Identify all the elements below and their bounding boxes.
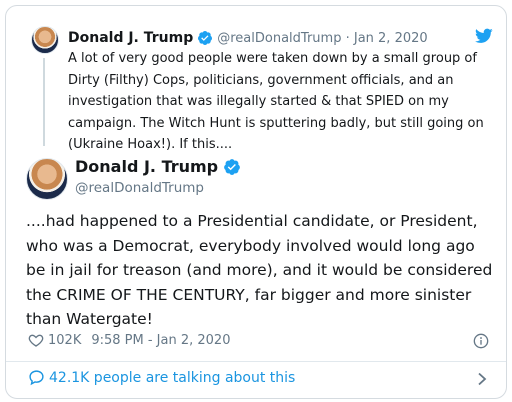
parent-avatar[interactable] xyxy=(31,26,59,54)
tweet-timestamp[interactable]: 9:58 PM - Jan 2, 2020 xyxy=(91,333,230,348)
main-author-name[interactable]: Donald J. Trump xyxy=(75,157,218,176)
main-avatar[interactable] xyxy=(26,158,68,200)
main-author-name-row[interactable]: Donald J. Trump xyxy=(75,157,241,176)
parent-tweet-header: Donald J. Trump @realDonaldTrump · Jan 2… xyxy=(68,28,428,48)
like-count[interactable]: 102K xyxy=(48,333,81,348)
embedded-tweet-card: Donald J. Trump @realDonaldTrump · Jan 2… xyxy=(5,5,507,399)
footer-divider xyxy=(6,361,506,362)
verified-badge-icon xyxy=(198,31,213,45)
main-author-handle[interactable]: @realDonaldTrump xyxy=(75,180,204,196)
comment-bubble-icon xyxy=(29,370,44,386)
parent-author-handle[interactable]: @realDonaldTrump xyxy=(217,31,341,46)
parent-author-name[interactable]: Donald J. Trump xyxy=(68,30,193,46)
parent-tweet-text: A lot of very good people were taken dow… xyxy=(68,51,484,152)
thread-connector-line xyxy=(43,58,45,146)
talking-about-link[interactable]: 42.1K people are talking about this xyxy=(28,369,295,386)
parent-tweet-date[interactable]: Jan 2, 2020 xyxy=(354,31,428,46)
main-tweet-text: ....had happened to a Presidential candi… xyxy=(26,212,493,328)
heart-icon[interactable] xyxy=(28,332,44,348)
date-separator: · xyxy=(341,30,354,46)
verified-badge-icon xyxy=(224,158,241,175)
chevron-right-icon[interactable] xyxy=(476,372,488,386)
info-icon[interactable] xyxy=(473,333,489,349)
tweet-meta-row: 102K 9:58 PM - Jan 2, 2020 xyxy=(28,332,230,348)
talking-about-label[interactable]: 42.1K people are talking about this xyxy=(49,370,295,386)
twitter-bird-icon[interactable] xyxy=(475,28,493,44)
